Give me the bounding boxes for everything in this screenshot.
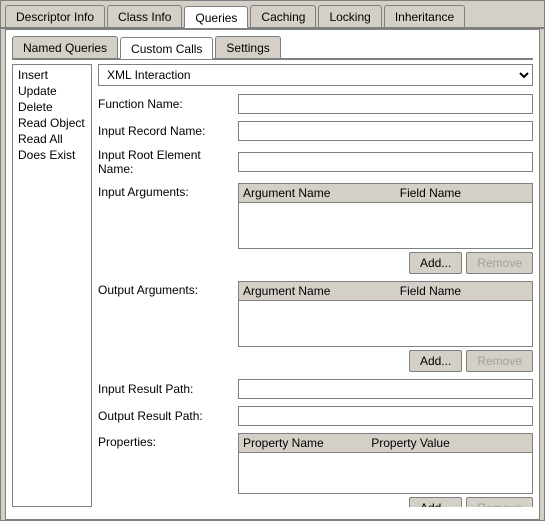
properties-section: Properties: Property Name Property Value…	[98, 433, 533, 507]
input-root-element-label: Input Root Element Name:	[98, 148, 238, 176]
input-arguments-table: Argument Name Field Name	[238, 183, 533, 249]
output-arguments-label: Output Arguments:	[98, 281, 238, 297]
second-tab-bar: Named Queries Custom Calls Settings	[12, 36, 533, 60]
list-item-does-exist[interactable]: Does Exist	[15, 147, 89, 163]
input-arguments-label: Input Arguments:	[98, 183, 238, 199]
input-record-name-input[interactable]	[238, 121, 533, 141]
input-arguments-buttons: Add... Remove	[238, 252, 533, 274]
tab-locking[interactable]: Locking	[318, 5, 381, 27]
output-result-path-label: Output Result Path:	[98, 409, 238, 423]
input-arguments-header: Argument Name Field Name	[239, 184, 532, 203]
input-result-path-row: Input Result Path:	[98, 379, 533, 399]
input-result-path-label: Input Result Path:	[98, 382, 238, 396]
properties-body	[239, 453, 532, 493]
list-item-update[interactable]: Update	[15, 83, 89, 99]
output-arguments-body	[239, 301, 532, 346]
input-record-name-label: Input Record Name:	[98, 124, 238, 138]
input-arguments-section: Input Arguments: Argument Name Field Nam…	[98, 183, 533, 274]
properties-label: Properties:	[98, 433, 238, 449]
right-panel: XML Interaction Function Name: Input Rec…	[98, 64, 533, 507]
tab-named-queries[interactable]: Named Queries	[12, 36, 118, 58]
properties-col2: Property Value	[371, 436, 450, 450]
tab-caching[interactable]: Caching	[250, 5, 316, 27]
output-arguments-buttons: Add... Remove	[238, 350, 533, 372]
output-arguments-section: Output Arguments: Argument Name Field Na…	[98, 281, 533, 372]
properties-header: Property Name Property Value	[239, 434, 532, 453]
inner-content: Insert Update Delete Read Object Read Al…	[12, 60, 533, 507]
tab-class-info[interactable]: Class Info	[107, 5, 182, 27]
output-result-path-row: Output Result Path:	[98, 406, 533, 426]
output-arguments-right: Argument Name Field Name Add... Remove	[238, 281, 533, 372]
input-arguments-add-button[interactable]: Add...	[409, 252, 462, 274]
properties-add-button[interactable]: Add...	[409, 497, 462, 507]
function-name-input[interactable]	[238, 94, 533, 114]
properties-col1: Property Name	[243, 436, 371, 450]
function-name-row: Function Name:	[98, 94, 533, 114]
properties-buttons: Add... Remove	[238, 497, 533, 507]
output-arguments-col2: Field Name	[400, 284, 461, 298]
output-arguments-col1: Argument Name	[243, 284, 400, 298]
tab-inheritance[interactable]: Inheritance	[384, 5, 465, 27]
dropdown-row: XML Interaction	[98, 64, 533, 86]
tab-settings[interactable]: Settings	[215, 36, 280, 58]
input-record-name-row: Input Record Name:	[98, 121, 533, 141]
list-item-read-object[interactable]: Read Object	[15, 115, 89, 131]
output-result-path-input[interactable]	[238, 406, 533, 426]
tab-queries[interactable]: Queries	[184, 6, 248, 28]
input-arguments-col1: Argument Name	[243, 186, 400, 200]
input-root-element-input[interactable]	[238, 152, 533, 172]
properties-right: Property Name Property Value Add... Remo…	[238, 433, 533, 507]
input-arguments-col2: Field Name	[400, 186, 461, 200]
list-item-delete[interactable]: Delete	[15, 99, 89, 115]
tab-custom-calls[interactable]: Custom Calls	[120, 37, 213, 59]
tab-descriptor-info[interactable]: Descriptor Info	[5, 5, 105, 27]
xml-interaction-dropdown[interactable]: XML Interaction	[98, 64, 533, 86]
list-item-insert[interactable]: Insert	[15, 67, 89, 83]
output-arguments-remove-button[interactable]: Remove	[466, 350, 533, 372]
left-panel: Insert Update Delete Read Object Read Al…	[12, 64, 92, 507]
input-result-path-input[interactable]	[238, 379, 533, 399]
function-name-label: Function Name:	[98, 97, 238, 111]
input-arguments-right: Argument Name Field Name Add... Remove	[238, 183, 533, 274]
output-arguments-add-button[interactable]: Add...	[409, 350, 462, 372]
input-root-element-row: Input Root Element Name:	[98, 148, 533, 176]
list-item-read-all[interactable]: Read All	[15, 131, 89, 147]
content-area: Named Queries Custom Calls Settings Inse…	[5, 29, 540, 520]
properties-table: Property Name Property Value	[238, 433, 533, 494]
top-tab-bar: Descriptor Info Class Info Queries Cachi…	[1, 1, 544, 29]
main-container: Descriptor Info Class Info Queries Cachi…	[0, 0, 545, 521]
output-arguments-table: Argument Name Field Name	[238, 281, 533, 347]
properties-remove-button[interactable]: Remove	[466, 497, 533, 507]
output-arguments-header: Argument Name Field Name	[239, 282, 532, 301]
input-arguments-body	[239, 203, 532, 248]
input-arguments-remove-button[interactable]: Remove	[466, 252, 533, 274]
